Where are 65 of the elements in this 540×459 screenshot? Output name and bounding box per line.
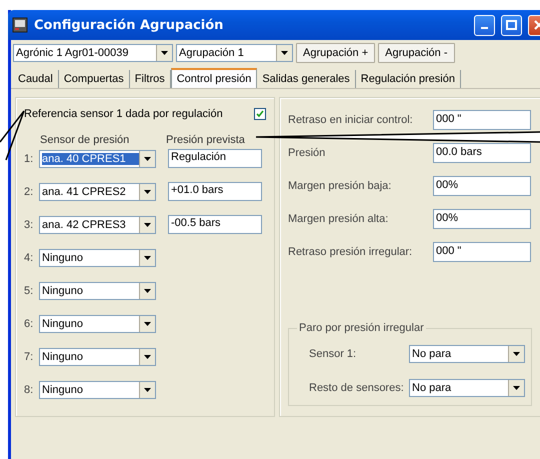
sensor-select[interactable]: Ninguno <box>39 314 156 332</box>
maximize-button[interactable] <box>501 14 522 36</box>
dropdown-icon <box>144 354 151 358</box>
setting-label: Retraso presión irregular: <box>288 246 414 258</box>
sensor-select[interactable]: ana. 42 CPRES3 <box>39 216 156 234</box>
dropdown-icon <box>513 352 520 356</box>
row-number: 3: <box>24 218 34 230</box>
sensor-select[interactable]: ana. 41 CPRES2 <box>39 182 156 200</box>
expected-pressure-field[interactable]: +01.0 bars <box>168 182 262 201</box>
expected-pressure-field[interactable]: -00.5 bars <box>168 215 262 234</box>
tab[interactable]: Control presión <box>170 68 258 88</box>
dropdown-icon <box>144 322 151 326</box>
row-number: 2: <box>24 186 34 198</box>
setting-field[interactable]: 00% <box>433 176 531 196</box>
tab[interactable]: Salidas generales <box>257 70 356 88</box>
tab[interactable]: Regulación presión <box>356 70 461 88</box>
sensor-select[interactable]: Ninguno <box>39 282 156 300</box>
column-header: Presión prevista <box>166 134 245 146</box>
group-button[interactable]: Agrupación + <box>296 43 376 63</box>
row-number: 8: <box>24 384 34 396</box>
stop-label: Sensor 1: <box>309 348 358 360</box>
window-title: Configuración Agrupación <box>34 18 224 32</box>
sensor-select[interactable]: Ninguno <box>39 348 156 366</box>
dropdown-icon <box>144 388 151 392</box>
group-select[interactable]: Agrupación 1 <box>176 44 293 62</box>
setting-field[interactable]: 000 " <box>433 110 531 130</box>
dropdown-icon <box>144 256 151 260</box>
maximize-icon <box>506 20 517 30</box>
reference-checkbox[interactable] <box>254 108 266 120</box>
row-number: 7: <box>24 350 34 362</box>
stop-select[interactable]: No para <box>409 345 525 363</box>
expected-pressure-field[interactable]: Regulación <box>168 149 262 168</box>
reference-label: Referencia sensor 1 dada por regulación <box>24 108 224 120</box>
row-number: 4: <box>24 252 34 264</box>
dropdown-icon <box>144 190 151 194</box>
group-button[interactable]: Agrupación - <box>378 43 455 63</box>
setting-field[interactable]: 00% <box>433 209 531 229</box>
app-icon <box>12 17 28 33</box>
controller-select[interactable]: Agrónic 1 Agr01-00039 <box>13 44 173 62</box>
stop-select[interactable]: No para <box>409 379 525 397</box>
setting-label: Margen presión baja: <box>288 180 392 192</box>
setting-field[interactable]: 00.0 bars <box>433 143 531 163</box>
setting-label: Retraso en iniciar control: <box>288 114 414 126</box>
group-title: Paro por presión irregular <box>297 322 426 334</box>
setting-label: Margen presión alta: <box>288 213 390 225</box>
left-callout-drawing <box>0 110 25 161</box>
tab[interactable]: Caudal <box>13 70 59 88</box>
dropdown-icon <box>281 51 288 55</box>
sensor-select[interactable]: ana. 40 CPRES1 <box>39 150 156 168</box>
row-number: 5: <box>24 284 34 296</box>
minimize-button[interactable] <box>474 14 495 36</box>
row-number: 1: <box>24 152 34 164</box>
tab[interactable]: Compuertas <box>58 70 130 88</box>
dropdown-icon <box>513 386 520 390</box>
setting-label: Presión <box>288 147 326 159</box>
setting-field[interactable]: 000 " <box>433 242 531 262</box>
dropdown-icon <box>144 288 151 292</box>
stop-label: Resto de sensores: <box>309 382 405 394</box>
dropdown-icon <box>161 51 168 55</box>
dropdown-icon <box>144 156 151 160</box>
sensor-select[interactable]: Ninguno <box>39 380 156 398</box>
sensor-select[interactable]: Ninguno <box>39 248 156 266</box>
column-header: Sensor de presión <box>40 134 130 146</box>
dropdown-icon <box>144 222 151 226</box>
row-number: 6: <box>24 318 34 330</box>
